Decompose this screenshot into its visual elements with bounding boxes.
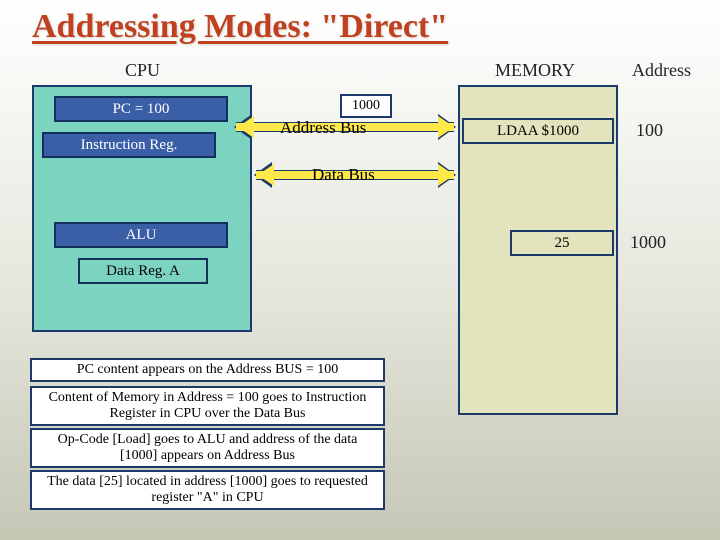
slide-title: Addressing Modes: "Direct" (32, 8, 448, 46)
note-3: Op-Code [Load] goes to ALU and address o… (30, 428, 385, 468)
address-bus-value: 1000 (340, 94, 392, 118)
memory-label: MEMORY (495, 60, 575, 81)
instruction-register: Instruction Reg. (42, 132, 216, 158)
arrowhead-left (238, 116, 254, 138)
address-column-label: Address (632, 60, 691, 81)
arrowhead-right (438, 164, 454, 186)
memory-addr-2: 1000 (630, 232, 666, 253)
note-1: PC content appears on the Address BUS = … (30, 358, 385, 382)
data-register-a: Data Reg. A (78, 258, 208, 284)
memory-cell-1: LDAA $1000 (462, 118, 614, 144)
address-bus-label: Address Bus (280, 118, 366, 138)
note-4: The data [25] located in address [1000] … (30, 470, 385, 510)
memory-cell-2: 25 (510, 230, 614, 256)
arrowhead-right (438, 116, 454, 138)
memory-addr-1: 100 (636, 120, 663, 141)
note-2: Content of Memory in Address = 100 goes … (30, 386, 385, 426)
cpu-block (32, 85, 252, 332)
alu-block: ALU (54, 222, 228, 248)
arrowhead-left (258, 164, 274, 186)
data-bus-label: Data Bus (312, 165, 375, 185)
pc-register: PC = 100 (54, 96, 228, 122)
cpu-label: CPU (125, 60, 160, 81)
